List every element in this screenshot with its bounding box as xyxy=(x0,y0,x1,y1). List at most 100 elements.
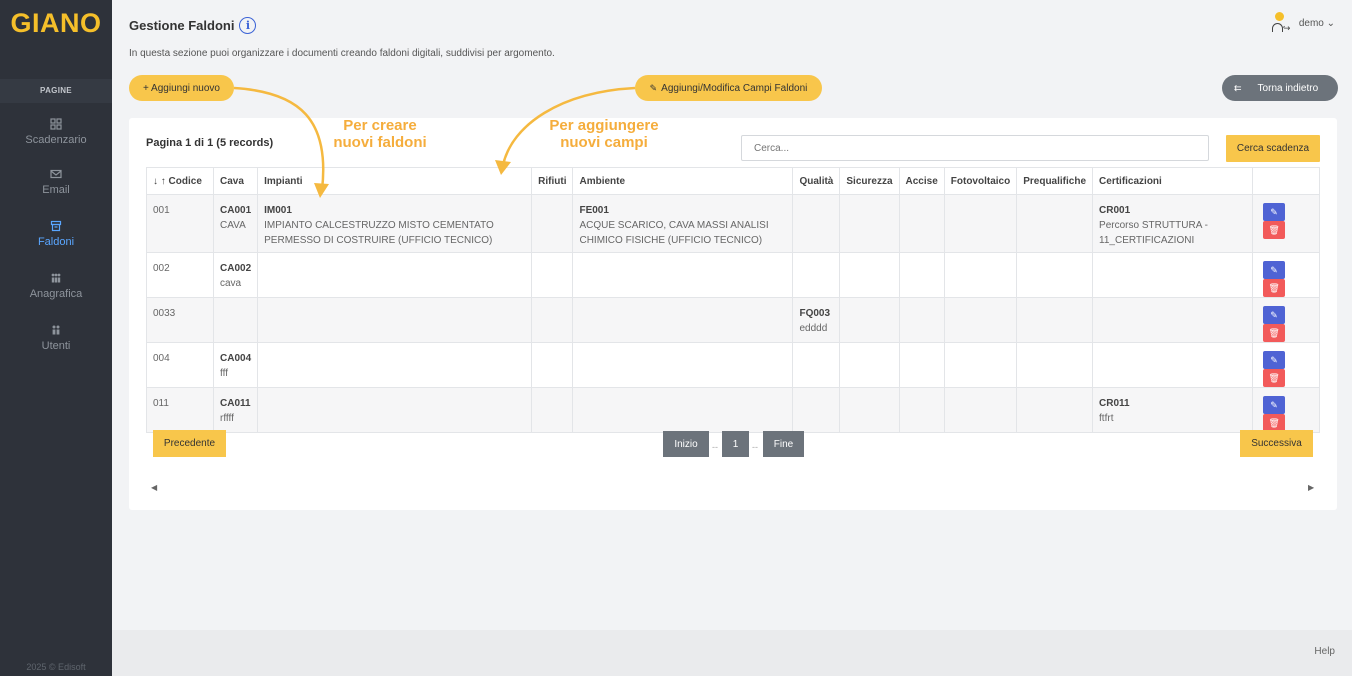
first-page-button[interactable]: Inizio xyxy=(663,431,709,457)
back-icon: ⇇ xyxy=(1234,82,1242,93)
sidebar-item-email[interactable]: Email xyxy=(0,168,112,196)
cell-rifiuti xyxy=(531,252,574,298)
search-input[interactable] xyxy=(741,135,1209,161)
impianti-desc: IMPIANTO CALCESTRUZZO MISTO CEMENTATO xyxy=(264,220,494,231)
cell-prequalifiche xyxy=(1016,342,1094,388)
back-button[interactable]: ⇇ Torna indietro xyxy=(1222,75,1338,101)
cava-code: CA002 xyxy=(220,263,252,274)
cell-rifiuti xyxy=(531,297,574,343)
app-logo[interactable]: GIANO xyxy=(0,8,112,39)
trash-icon[interactable]: 🗑 xyxy=(1263,279,1286,297)
cell-impianti xyxy=(257,252,533,298)
annotation-add-fields: Per aggiungere nuovi campi xyxy=(536,117,672,151)
cell-ambiente: FE001 ACQUE SCARICO, CAVA MASSI ANALISI CH… xyxy=(572,194,794,253)
cell-certificazioni: CR001 Percorso STRUTTURA - 11_CERTIFICAZIO… xyxy=(1092,194,1254,253)
cell-accise xyxy=(898,387,945,433)
cell-cava: CA004 fff xyxy=(212,342,259,388)
cell-impianti xyxy=(257,387,533,433)
cell-impianti: IM001 IMPIANTO CALCESTRUZZO MISTO CEMENTA… xyxy=(257,194,533,253)
qualita-desc: edddd xyxy=(799,323,828,334)
cell-ambiente xyxy=(572,252,794,298)
page-1-button[interactable]: 1 xyxy=(722,431,749,457)
edit-fields-button[interactable]: ✎ Aggiungi/Modifica Campi Faldoni xyxy=(635,75,822,101)
add-new-button[interactable]: + Aggiungi nuovo xyxy=(129,75,234,101)
cell-prequalifiche xyxy=(1016,194,1094,253)
cava-code: CA011 xyxy=(220,398,251,409)
cava-code: CA004 xyxy=(220,353,252,364)
cell-codice: 002 xyxy=(146,252,214,298)
people-icon xyxy=(0,272,112,285)
edit-icon[interactable]: ✎ xyxy=(1263,203,1286,221)
edit-icon[interactable]: ✎ xyxy=(1263,396,1286,414)
cell-cava xyxy=(212,297,259,343)
impianti-desc: PERMESSO DI COSTRUIRE (UFFICIO TECNICO) xyxy=(264,235,493,246)
cava-desc: CAVA xyxy=(220,220,246,231)
sidebar-item-scadenzario[interactable]: Scadenzario xyxy=(0,118,112,146)
sidebar-item-anagrafica[interactable]: Anagrafica xyxy=(0,272,112,300)
trash-icon[interactable]: 🗑 xyxy=(1263,369,1286,387)
back-label: Torna indietro xyxy=(1257,82,1319,94)
trash-icon[interactable]: 🗑 xyxy=(1263,221,1286,239)
table-row: 002 CA002 cava ✎🗑 xyxy=(146,252,1320,298)
cell-sicurezza xyxy=(839,342,900,388)
ambiente-code: FE001 xyxy=(579,205,609,216)
cell-accise xyxy=(898,194,945,253)
annotation-text: nuovi faldoni xyxy=(333,134,427,151)
records-count: Pagina 1 di 1 (5 records) xyxy=(146,137,274,149)
annotation-text: Per creare xyxy=(343,117,417,134)
annotation-text: Per aggiungere xyxy=(549,117,659,134)
help-link[interactable]: Help xyxy=(1314,646,1335,657)
edit-icon[interactable]: ✎ xyxy=(1263,261,1286,279)
sidebar-item-label: Utenti xyxy=(41,340,71,352)
column-header-fotovoltaico: Fotovoltaico xyxy=(943,167,1018,195)
cell-actions: ✎🗑 xyxy=(1252,194,1320,253)
sidebar-item-faldoni[interactable]: Faldoni xyxy=(0,220,112,248)
column-header-rifiuti: Rifiuti xyxy=(531,167,574,195)
cell-accise xyxy=(898,297,945,343)
column-header-codice[interactable]: ↓ ↑ Codice xyxy=(146,167,214,195)
cell-impianti xyxy=(257,297,533,343)
cell-codice: 0033 xyxy=(146,297,214,343)
cert-code: CR011 xyxy=(1099,398,1130,409)
cava-code: CA001 xyxy=(220,205,252,216)
cell-prequalifiche xyxy=(1016,297,1094,343)
cell-actions: ✎🗑 xyxy=(1252,297,1320,343)
info-icon[interactable]: i xyxy=(239,17,257,34)
column-header-accise: Accise xyxy=(898,167,945,195)
copyright: 2025 © Edisoft xyxy=(26,662,86,672)
archive-icon xyxy=(0,220,112,233)
cert-desc: 11_CERTIFICAZIONI xyxy=(1099,235,1195,246)
cell-sicurezza xyxy=(839,194,900,253)
cert-desc: Percorso STRUTTURA - xyxy=(1099,220,1208,231)
cell-ambiente xyxy=(572,342,794,388)
prev-page-button[interactable]: Precedente xyxy=(153,430,226,457)
scroll-right-icon[interactable]: ▶ xyxy=(1308,483,1314,492)
annotation-create: Per creare nuovi faldoni xyxy=(322,117,438,151)
next-page-button[interactable]: Successiva xyxy=(1240,430,1313,457)
edit-icon[interactable]: ✎ xyxy=(1263,306,1286,324)
cell-fotovoltaico xyxy=(943,252,1018,298)
sidebar-section-label: PAGINE xyxy=(0,79,112,103)
search-button[interactable]: Cerca scadenza xyxy=(1226,135,1320,162)
cell-cava: CA011 rffff xyxy=(212,387,259,433)
edit-icon[interactable]: ✎ xyxy=(1263,351,1286,369)
cert-code: CR001 xyxy=(1099,205,1131,216)
sidebar-item-utenti[interactable]: Utenti xyxy=(0,324,112,352)
edit-fields-label: Aggiungi/Modifica Campi Faldoni xyxy=(661,82,808,94)
sidebar-item-label: Email xyxy=(42,184,70,196)
cell-certificazioni xyxy=(1092,342,1254,388)
impianti-code: IM001 xyxy=(264,205,292,216)
cell-cava: CA001 CAVA xyxy=(212,194,259,253)
qualita-code: FQ003 xyxy=(799,308,831,319)
cell-qualita xyxy=(792,387,841,433)
last-page-button[interactable]: Fine xyxy=(763,431,804,457)
column-header-qualita: Qualità xyxy=(792,167,841,195)
user-menu[interactable]: ↪ demo ⌄ xyxy=(1271,12,1335,34)
faldoni-table: ↓ ↑ Codice Cava Impianti Rifiuti Ambient… xyxy=(146,167,1320,433)
cert-desc: ftfrt xyxy=(1099,413,1114,424)
ambiente-desc: ACQUE SCARICO, CAVA MASSI ANALISI xyxy=(579,220,769,231)
column-header-actions xyxy=(1252,167,1320,195)
column-header-cava: Cava xyxy=(212,167,259,195)
trash-icon[interactable]: 🗑 xyxy=(1263,324,1286,342)
scroll-left-icon[interactable]: ◀ xyxy=(151,483,157,492)
